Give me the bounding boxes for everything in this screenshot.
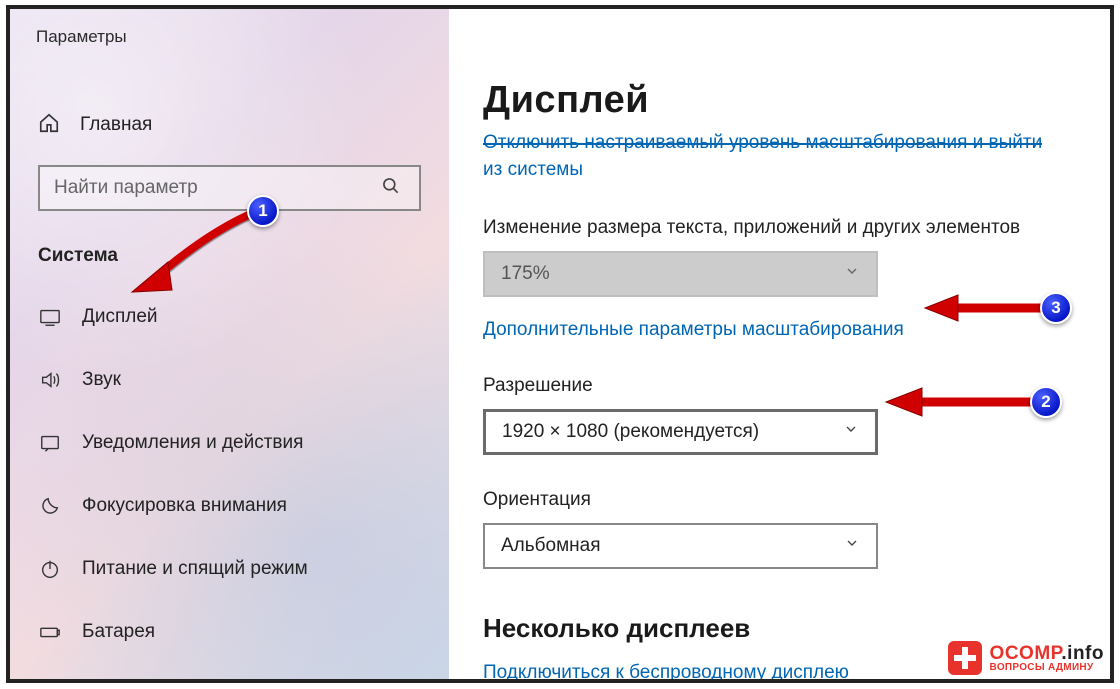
link-line2: из системы — [483, 159, 583, 180]
scale-label: Изменение размера текста, приложений и д… — [483, 217, 1070, 239]
home-label: Главная — [80, 114, 152, 136]
multi-display-title: Несколько дисплеев — [483, 613, 1070, 644]
sidebar-item-focus[interactable]: Фокусировка внимания — [10, 474, 449, 537]
advanced-scaling-link[interactable]: Дополнительные параметры масштабирования — [483, 319, 904, 341]
sidebar-item-label: Звук — [82, 369, 121, 391]
chevron-down-icon — [843, 421, 859, 443]
disable-custom-scaling-link[interactable]: Отключить настраиваемый уровень масштаби… — [483, 130, 1070, 183]
home-icon — [38, 112, 60, 139]
resolution-label: Разрешение — [483, 375, 1070, 397]
link-line1: Отключить настраиваемый уровень масштаби… — [483, 132, 1042, 153]
search-icon[interactable] — [377, 176, 405, 201]
focus-icon — [38, 494, 62, 518]
search-box[interactable] — [38, 165, 421, 211]
power-icon — [38, 557, 62, 581]
resolution-value: 1920 × 1080 (рекомендуется) — [502, 421, 759, 443]
watermark-cross-icon — [948, 641, 982, 675]
sidebar-item-label: Дисплей — [82, 306, 158, 328]
sound-icon — [38, 368, 62, 392]
battery-icon — [38, 620, 62, 644]
sidebar-item-label: Фокусировка внимания — [82, 495, 287, 517]
app-title: Параметры — [10, 9, 449, 47]
home-button[interactable]: Главная — [10, 107, 449, 143]
display-icon — [38, 305, 62, 329]
watermark-brand: OCOMP — [990, 643, 1062, 664]
scale-dropdown: 175% — [483, 251, 878, 297]
orientation-dropdown[interactable]: Альбомная — [483, 523, 878, 569]
chevron-down-icon — [844, 535, 860, 557]
sidebar-item-label: Батарея — [82, 621, 155, 643]
sidebar-item-label: Питание и спящий режим — [82, 558, 308, 580]
content-area: Дисплей Отключить настраиваемый уровень … — [449, 9, 1110, 679]
chevron-down-icon — [844, 263, 860, 285]
sidebar-item-notifications[interactable]: Уведомления и действия — [10, 411, 449, 474]
sidebar-item-power[interactable]: Питание и спящий режим — [10, 537, 449, 600]
page-title: Дисплей — [483, 79, 1070, 122]
sidebar-item-sound[interactable]: Звук — [10, 348, 449, 411]
notifications-icon — [38, 431, 62, 455]
resolution-dropdown[interactable]: 1920 × 1080 (рекомендуется) — [483, 409, 878, 455]
sidebar: Параметры Главная Система Дисплей Звук У… — [10, 9, 449, 679]
sidebar-item-battery[interactable]: Батарея — [10, 600, 449, 663]
sidebar-item-label: Уведомления и действия — [82, 432, 303, 454]
orientation-value: Альбомная — [501, 535, 601, 557]
search-input[interactable] — [54, 177, 377, 199]
sidebar-section-header: Система — [10, 211, 449, 277]
sidebar-item-display[interactable]: Дисплей — [10, 285, 449, 348]
watermark-tagline: ВОПРОСЫ АДМИНУ — [990, 663, 1104, 673]
sidebar-nav: Дисплей Звук Уведомления и действия Фоку… — [10, 285, 449, 663]
scale-value: 175% — [501, 263, 550, 285]
orientation-label: Ориентация — [483, 489, 1070, 511]
watermark: OCOMP.info ВОПРОСЫ АДМИНУ — [948, 641, 1104, 675]
watermark-suffix: .info — [1061, 643, 1104, 664]
